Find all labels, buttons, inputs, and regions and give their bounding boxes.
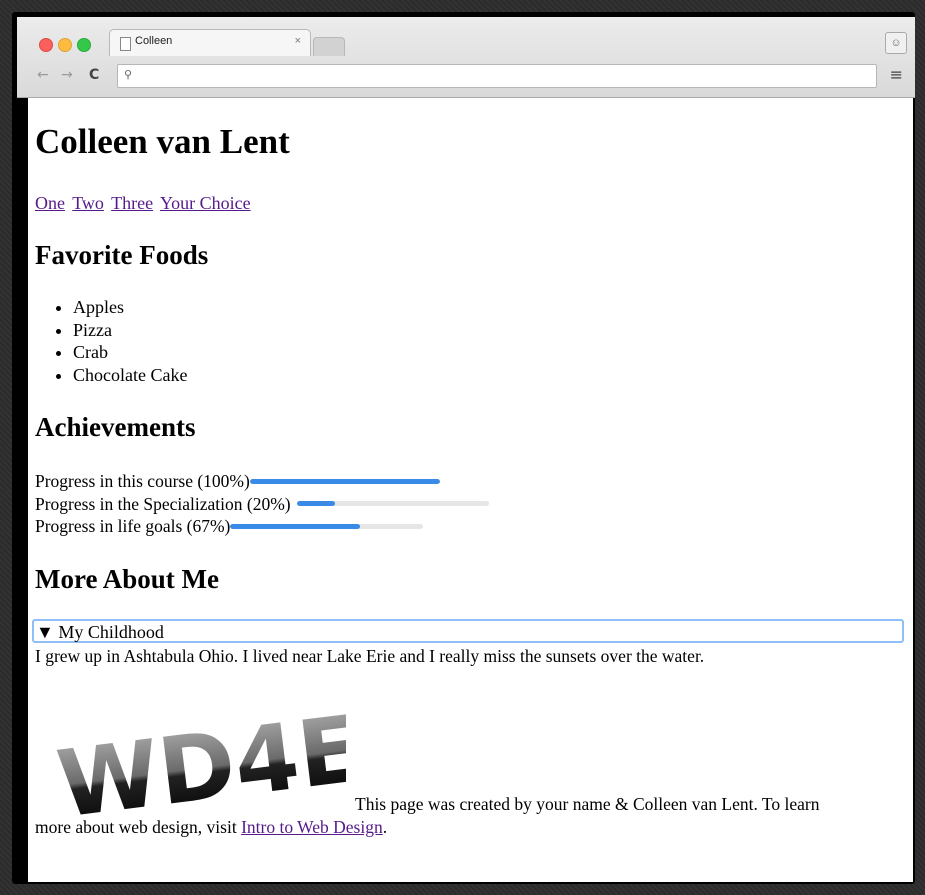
new-tab-button[interactable] xyxy=(313,37,345,56)
progress-bar xyxy=(296,501,489,507)
progress-fill xyxy=(249,478,440,484)
progress-row: Progress in this course (100%) xyxy=(35,470,489,493)
document-icon xyxy=(120,37,131,51)
list-item: Apples xyxy=(73,296,187,319)
page-title: Colleen van Lent xyxy=(35,122,290,161)
childhood-details[interactable]: ▼ My Childhood xyxy=(32,619,904,643)
close-window-button[interactable] xyxy=(39,38,53,52)
nav-link-three[interactable]: Three xyxy=(111,193,153,213)
progress-label: Progress in this course (100%) xyxy=(35,471,250,491)
list-item: Pizza xyxy=(73,319,187,342)
progress-row: Progress in the Specialization (20%) xyxy=(35,493,489,516)
footer-suffix: . xyxy=(382,817,388,837)
nav-link-two[interactable]: Two xyxy=(72,193,104,213)
intro-web-design-link[interactable]: Intro to Web Design xyxy=(241,817,383,837)
tab-title: Colleen xyxy=(135,35,173,47)
tab-colleen[interactable]: Colleen × xyxy=(109,29,311,56)
progress-fill xyxy=(230,523,360,529)
list-item: Crab xyxy=(73,341,187,364)
list-item: Chocolate Cake xyxy=(73,364,187,387)
progress-list: Progress in this course (100%) Progress … xyxy=(35,470,489,538)
nav-links: One Two Three Your Choice xyxy=(35,193,254,214)
progress-row: Progress in life goals (67%) xyxy=(35,515,489,538)
logo-text: WD4E xyxy=(52,695,346,818)
favorite-foods-list: Apples Pizza Crab Chocolate Cake xyxy=(35,296,187,386)
tab-close-icon[interactable]: × xyxy=(295,35,301,47)
achievements-heading: Achievements xyxy=(35,412,196,442)
progress-bar xyxy=(230,523,424,529)
footer-text: This page was created by your name & Col… xyxy=(355,794,820,814)
minimize-window-button[interactable] xyxy=(58,38,72,52)
page-content: Colleen van Lent One Two Three Your Choi… xyxy=(28,98,913,882)
hamburger-menu-icon[interactable]: ≡ xyxy=(890,65,903,84)
details-summary[interactable]: ▼ My Childhood xyxy=(36,622,164,643)
person-icon[interactable]: ☺ xyxy=(885,32,907,54)
childhood-text: I grew up in Ashtabula Ohio. I lived nea… xyxy=(35,646,705,666)
more-about-me-heading: More About Me xyxy=(35,564,219,594)
progress-bar xyxy=(249,478,440,484)
progress-label: Progress in life goals (67%) xyxy=(35,516,231,536)
back-arrow-icon[interactable]: ← xyxy=(37,67,49,83)
favorite-foods-heading: Favorite Foods xyxy=(35,240,209,270)
progress-label: Progress in the Specialization (20%) xyxy=(35,493,291,514)
browser-chrome: Colleen × ☺ ← → C ⚲ ≡ xyxy=(17,17,915,98)
footer-prefix: more about web design, visit xyxy=(35,817,242,837)
nav-link-one[interactable]: One xyxy=(35,193,65,213)
progress-fill xyxy=(296,501,336,507)
address-bar[interactable]: ⚲ xyxy=(117,64,877,88)
search-icon: ⚲ xyxy=(124,68,133,81)
reload-icon[interactable]: C xyxy=(89,67,99,83)
nav-link-your-choice[interactable]: Your Choice xyxy=(160,193,251,213)
forward-arrow-icon[interactable]: → xyxy=(61,67,73,83)
wd4e-logo: WD4E xyxy=(52,695,346,818)
footer-text-line2: more about web design, visit Intro to We… xyxy=(35,817,387,838)
zoom-window-button[interactable] xyxy=(77,38,91,52)
